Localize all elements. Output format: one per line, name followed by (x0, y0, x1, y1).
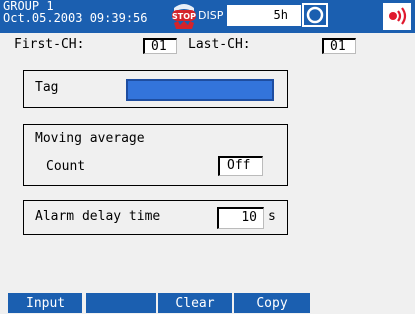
moving-average-title: Moving average (35, 131, 145, 146)
count-label: Count (46, 159, 86, 174)
alarm-icon (383, 3, 411, 30)
tag-input[interactable] (126, 79, 274, 101)
alarm-delay-panel: Alarm delay time 10 s (23, 200, 288, 235)
tag-panel: Tag (23, 70, 288, 108)
memory-media-icon (302, 3, 328, 27)
stop-icon: STOP (172, 4, 196, 29)
alarm-delay-unit: s (268, 209, 276, 224)
date-time: Oct.05.2003 09:39:56 (3, 11, 148, 25)
display-rate-value: 5h (273, 8, 288, 22)
last-ch-field[interactable]: 01 (322, 38, 356, 54)
stop-badge-text: STOP (172, 12, 196, 21)
channel-range-row: First-CH: 01 Last-CH: 01 (0, 34, 415, 54)
count-field[interactable]: Off (218, 156, 263, 176)
alarm-delay-field[interactable]: 10 (217, 207, 264, 229)
softkey-copy[interactable]: Copy (234, 293, 310, 313)
softkey-input[interactable]: Input (8, 293, 84, 313)
display-rate: 5h (227, 5, 301, 26)
moving-average-panel: Moving average Count Off (23, 124, 288, 186)
softkey-blank[interactable] (86, 293, 158, 313)
disp-label: DISP (198, 9, 224, 22)
tag-label: Tag (35, 80, 59, 95)
alarm-delay-label: Alarm delay time (35, 209, 161, 224)
status-bar: GROUP 1 Oct.05.2003 09:39:56 STOP DISP 5… (0, 0, 415, 33)
first-ch-label: First-CH: (14, 37, 85, 52)
softkey-clear[interactable]: Clear (158, 293, 234, 313)
last-ch-label: Last-CH: (188, 37, 251, 52)
softkey-bar: Input Clear Copy (0, 293, 415, 313)
first-ch-field[interactable]: 01 (143, 38, 177, 54)
